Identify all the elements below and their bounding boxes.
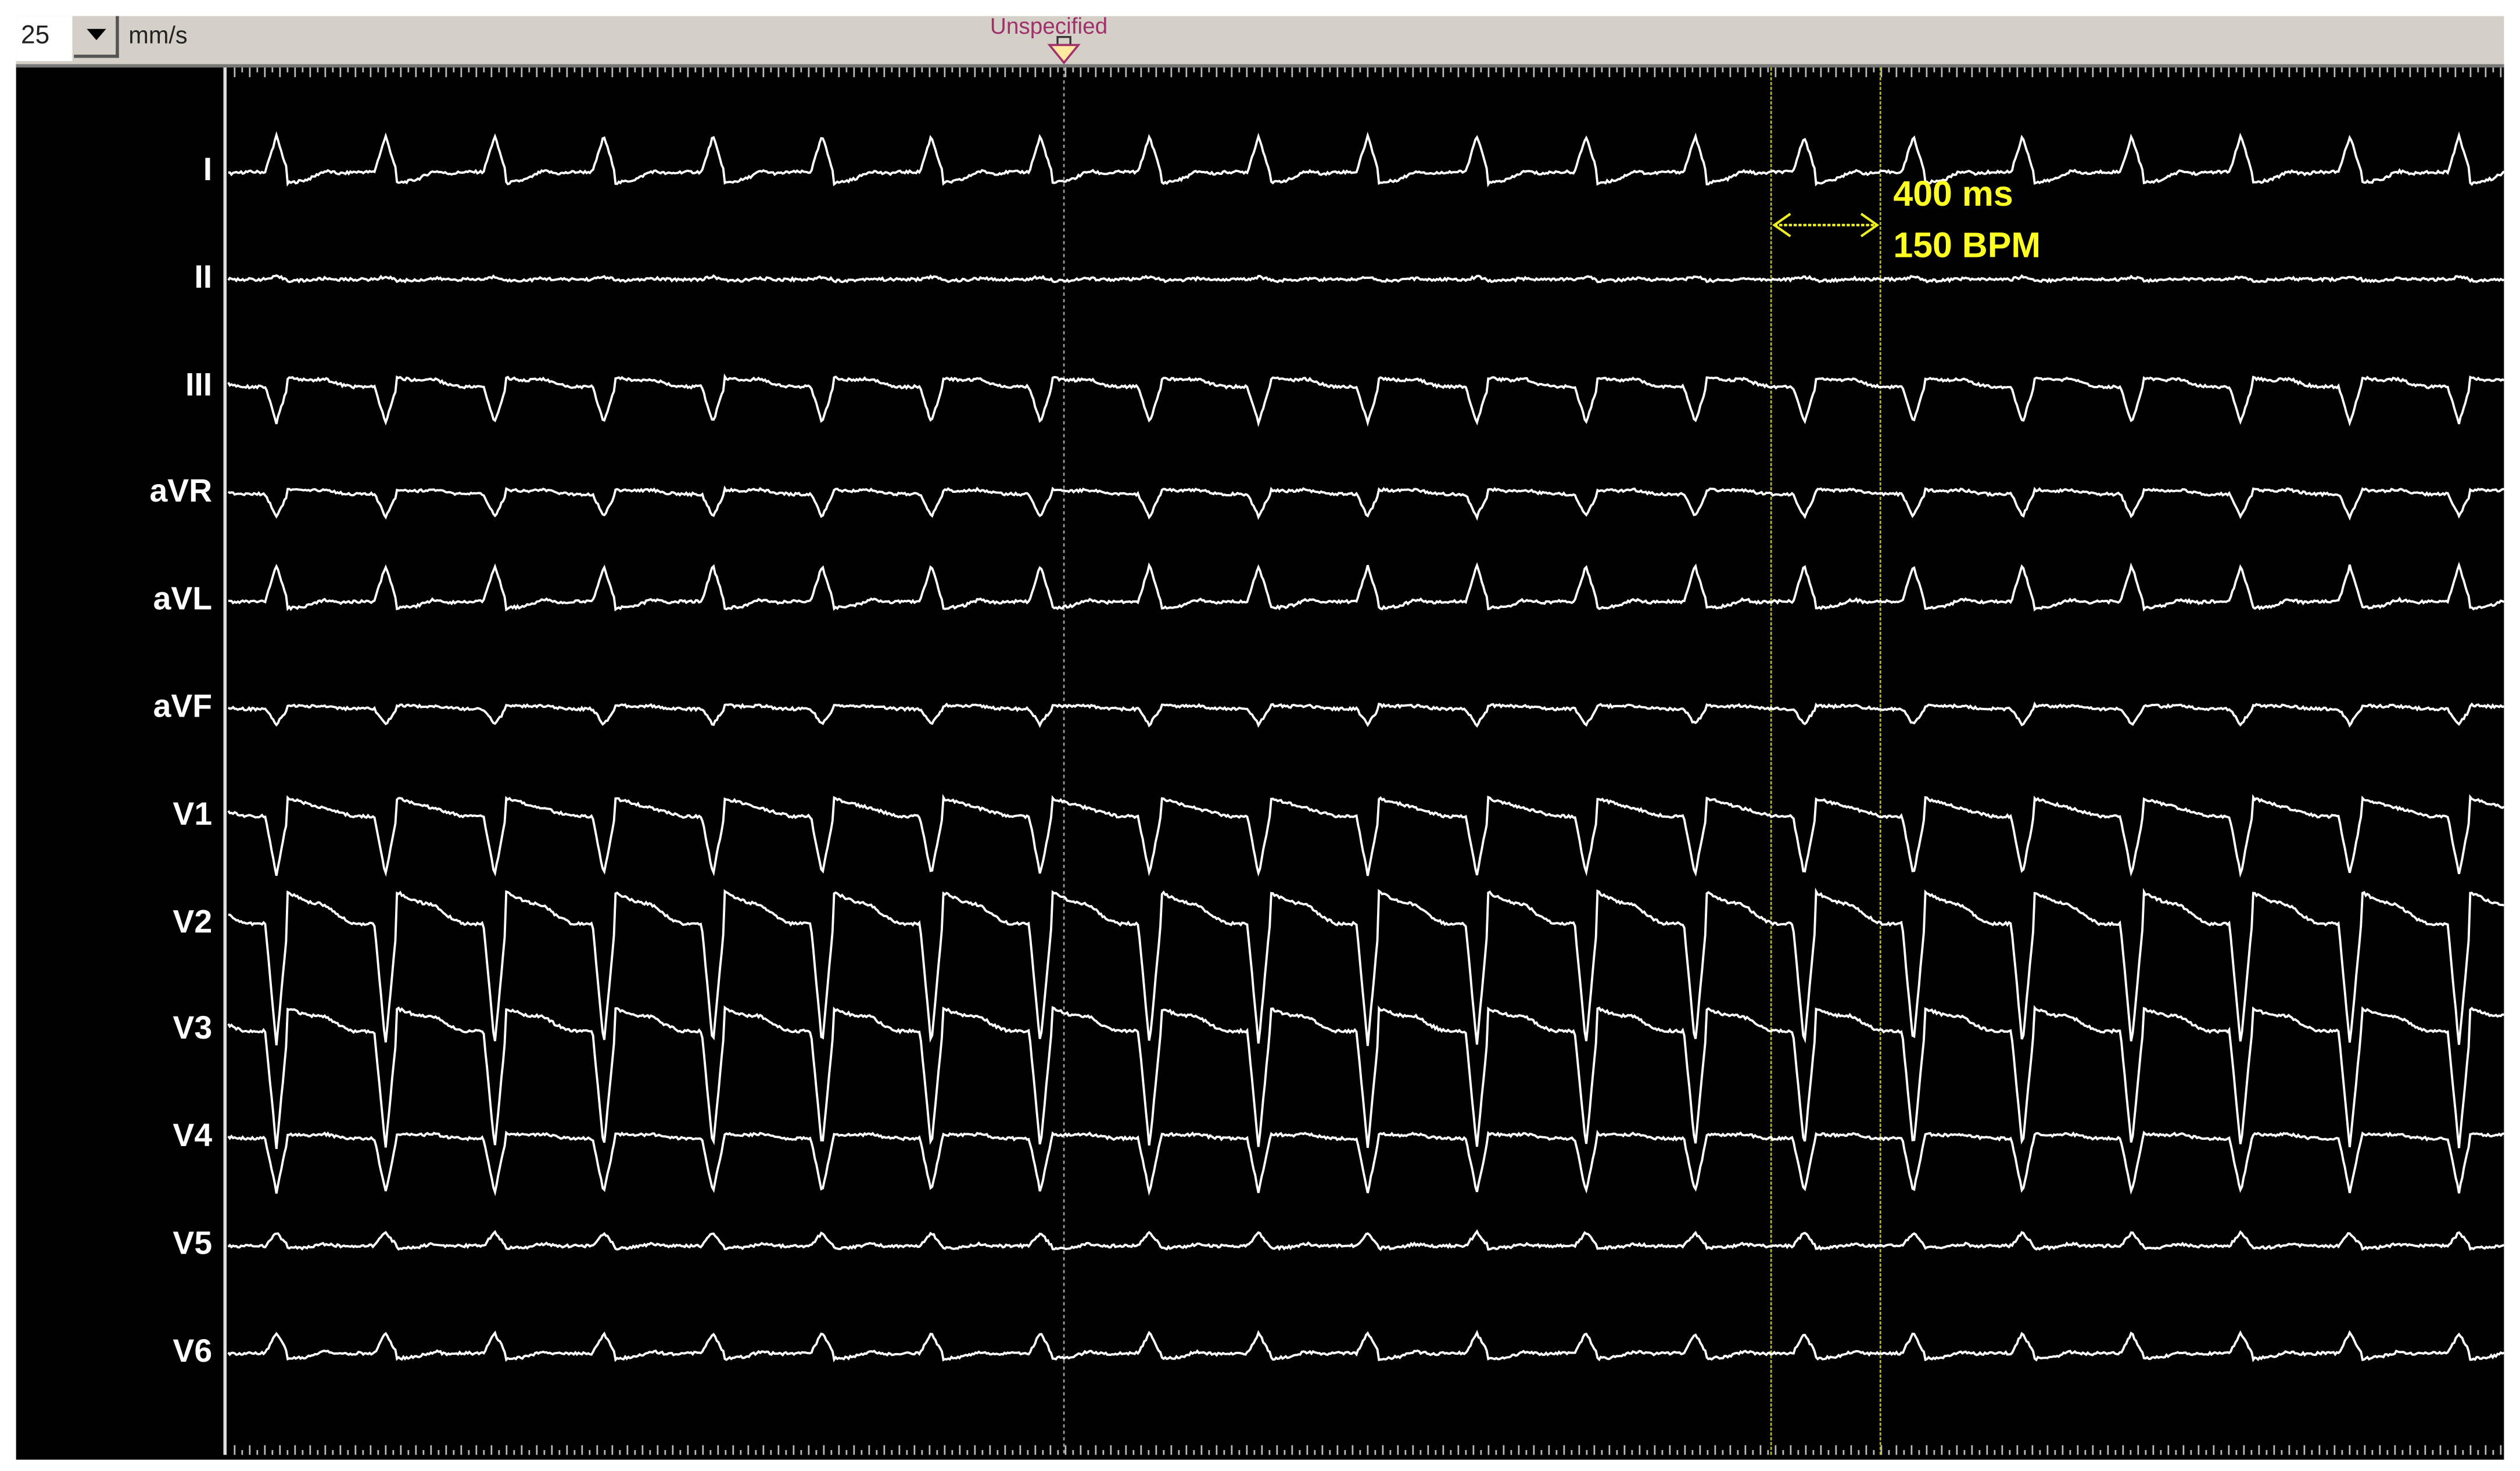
ecg-viewer: 25 mm/s Unspecified I II III aVR aVL aVF V1 V2 V… (0, 0, 2520, 1471)
waveform-lead-avr (227, 485, 2504, 521)
waveform-lead-i (228, 131, 2505, 188)
waveform-lead-v2 (228, 887, 2504, 1046)
ecg-traces (223, 35, 2505, 1455)
event-marker-icon[interactable] (1047, 35, 1081, 65)
caliper-interval-text: 400 ms (1893, 173, 2013, 214)
waveform-lead-avf (227, 701, 2504, 728)
caliper-rate-text: 150 BPM (1893, 225, 2041, 266)
waveform-lead-v6 (227, 1329, 2505, 1362)
caliper-arrow-icon (1772, 213, 1880, 238)
waveform-lead-v5 (227, 1229, 2504, 1251)
waveform-lead-v1 (227, 793, 2505, 878)
waveform-lead-avl (228, 561, 2505, 612)
waveform-lead-iii (227, 373, 2505, 427)
waveform-lead-ii (227, 274, 2504, 284)
